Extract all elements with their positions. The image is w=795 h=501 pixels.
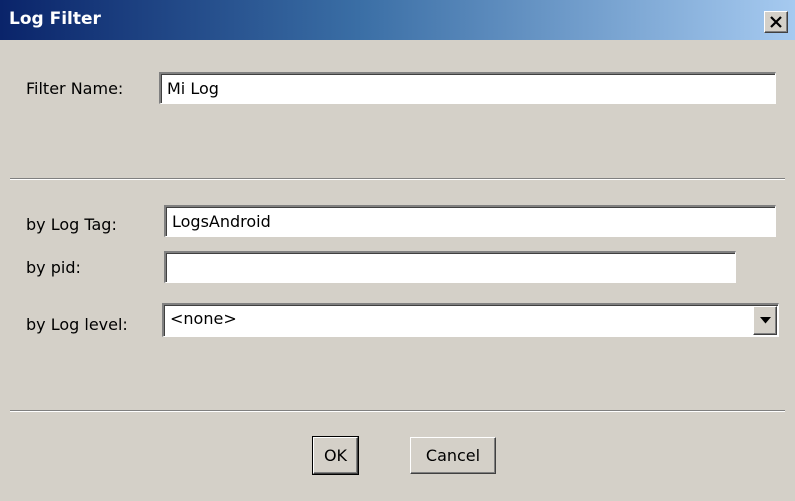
pid-label: by pid: bbox=[26, 258, 81, 277]
filter-name-label: Filter Name: bbox=[26, 79, 124, 98]
close-button[interactable] bbox=[764, 11, 788, 33]
separator-top bbox=[10, 178, 785, 180]
log-level-select[interactable]: <none> bbox=[162, 303, 779, 337]
pid-input[interactable] bbox=[164, 251, 736, 283]
cancel-button[interactable]: Cancel bbox=[410, 437, 496, 474]
filter-name-input[interactable] bbox=[159, 72, 776, 104]
title-bar[interactable]: Log Filter bbox=[0, 0, 795, 40]
close-icon bbox=[770, 16, 782, 28]
log-level-selected-value: <none> bbox=[170, 309, 237, 328]
log-level-label: by Log level: bbox=[26, 315, 128, 334]
log-level-dropdown-button[interactable] bbox=[753, 306, 777, 335]
window-title: Log Filter bbox=[9, 9, 101, 29]
separator-bottom bbox=[10, 410, 785, 412]
log-tag-input[interactable] bbox=[164, 205, 776, 237]
chevron-down-icon bbox=[760, 317, 771, 324]
ok-button[interactable]: OK bbox=[312, 436, 359, 475]
log-tag-label: by Log Tag: bbox=[26, 215, 117, 234]
